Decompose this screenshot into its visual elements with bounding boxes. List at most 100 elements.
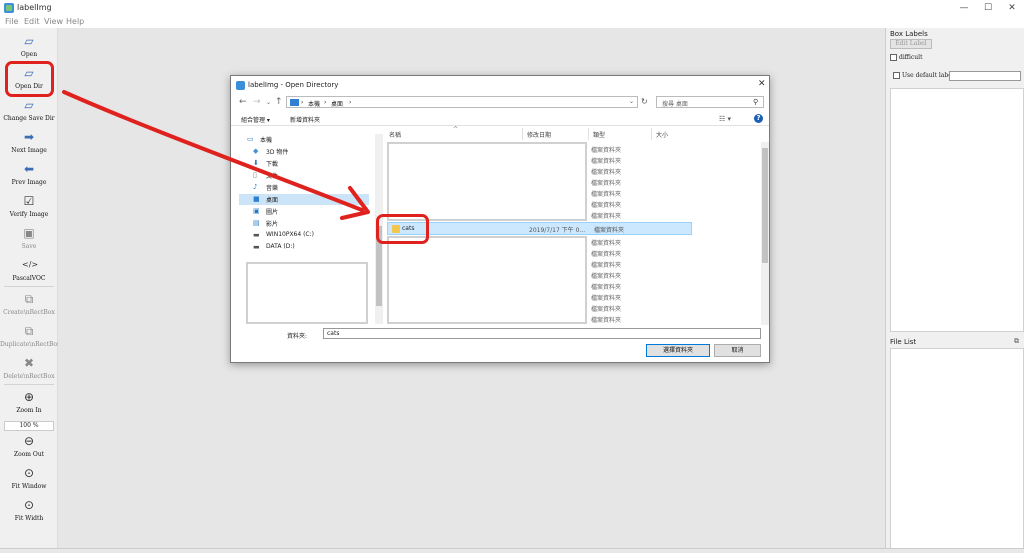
open-directory-dialog: labelImg - Open Directory ✕ ← → ⌄ ↑ › 本機… <box>230 75 770 363</box>
file-list-empty-area <box>387 142 587 221</box>
row-type: 檔案資料夾 <box>594 227 625 234</box>
create-rectbox-button[interactable]: ⧉ Create\nRectBox <box>0 292 58 316</box>
toolbar-divider <box>4 384 54 385</box>
prev-image-button[interactable]: ⬅ Prev Image <box>0 162 58 186</box>
column-name[interactable]: 名稱 <box>389 130 401 139</box>
breadcrumb-separator: › <box>301 99 304 106</box>
type-cell: 檔案資料夾 <box>591 169 622 176</box>
new-folder-button[interactable]: 新增資料夾 <box>290 115 320 124</box>
nav-item-drive-d[interactable]: ▬ DATA (D:) <box>239 242 369 253</box>
breadcrumb-this-pc[interactable]: 本機 <box>308 99 320 108</box>
status-bar <box>0 548 1024 553</box>
type-cell: 檔案資料夾 <box>591 147 622 154</box>
up-arrow-icon[interactable]: ↑ <box>275 97 283 107</box>
nav-item-3d-objects[interactable]: ◆ 3D 物件 <box>239 146 369 157</box>
file-scrollbar-thumb[interactable] <box>762 148 768 263</box>
column-type[interactable]: 類型 <box>593 130 605 139</box>
column-divider[interactable] <box>588 128 589 140</box>
cancel-button[interactable]: 取消 <box>714 344 761 357</box>
row-date: 2019/7/17 下午 0... <box>529 227 586 234</box>
right-dock: Box Labels Edit Label difficult Use defa… <box>885 28 1024 553</box>
zoom-out-button[interactable]: ⊖ Zoom Out <box>0 434 58 458</box>
nav-item-downloads[interactable]: ⬇ 下載 <box>239 158 369 169</box>
nav-item-videos[interactable]: ▤ 影片 <box>239 218 369 229</box>
open-button[interactable]: ▱ Open <box>0 34 58 58</box>
search-input[interactable]: 搜尋 桌面 ⚲ <box>656 96 764 108</box>
duplicate-rectbox-button[interactable]: ⧉ Duplicate\nRectBox <box>0 324 60 348</box>
format-toggle-button[interactable]: </> PascalVOC <box>0 258 58 282</box>
app-icon <box>4 3 14 13</box>
folder-name-input[interactable]: cats <box>323 328 761 339</box>
use-default-label-checkbox[interactable] <box>893 72 900 79</box>
address-bar[interactable]: › 本機 › 桌面 › ⌄ <box>286 96 638 108</box>
back-arrow-icon[interactable]: ← <box>239 97 247 107</box>
recent-dropdown-icon[interactable]: ⌄ <box>266 99 271 106</box>
forward-arrow-icon[interactable]: → <box>253 97 261 107</box>
navigation-pane: ▭ 本機 ◆ 3D 物件 ⬇ 下載 ▯ 文件 ♪ 音樂 ■ 桌面 ▣ 圖片 ▤ <box>239 130 383 325</box>
view-options-icon[interactable]: ☷ ▾ <box>719 115 731 123</box>
music-icon: ♪ <box>253 183 258 191</box>
close-button[interactable]: ✕ <box>1002 2 1022 14</box>
save-button[interactable]: ▣ Save <box>0 226 58 250</box>
folder-open-icon: ▱ <box>24 98 34 112</box>
menu-edit[interactable]: Edit <box>24 17 40 26</box>
nav-item-music[interactable]: ♪ 音樂 <box>239 182 369 193</box>
chevron-down-icon[interactable]: ⌄ <box>629 98 634 105</box>
folder-field-label: 資料夾: <box>287 333 308 340</box>
create-box-icon: ⧉ <box>24 292 34 306</box>
menu-file[interactable]: File <box>5 17 18 26</box>
difficult-checkbox[interactable] <box>890 54 897 61</box>
refresh-icon[interactable]: ↻ <box>641 97 648 106</box>
type-cell: 檔案資料夾 <box>591 306 622 313</box>
column-date[interactable]: 修改日期 <box>527 130 551 139</box>
dialog-title: labelImg - Open Directory <box>248 81 339 89</box>
fit-width-button[interactable]: ⊙ Fit Width <box>0 498 58 522</box>
3d-objects-icon: ◆ <box>253 147 259 155</box>
arrow-left-icon: ⬅ <box>23 162 35 176</box>
default-label-input[interactable] <box>949 71 1021 81</box>
next-image-button[interactable]: ➡ Next Image <box>0 130 58 154</box>
column-divider[interactable] <box>522 128 523 140</box>
dialog-close-button[interactable]: ✕ <box>758 79 766 89</box>
help-icon[interactable]: ? <box>754 114 763 123</box>
documents-icon: ▯ <box>253 171 257 179</box>
type-cell: 檔案資料夾 <box>591 240 622 247</box>
nav-item-this-pc[interactable]: ▭ 本機 <box>239 134 369 145</box>
save-icon: ▣ <box>23 226 35 240</box>
nav-item-drive-c[interactable]: ▬ WIN10PX64 (C:) <box>239 230 369 241</box>
toolbar: ▱ Open ▱ Open Dir ▱ Change Save Dir ➡ Ne… <box>0 28 60 548</box>
file-list[interactable] <box>890 348 1024 553</box>
menu-view[interactable]: View <box>44 17 63 26</box>
maximize-button[interactable]: ☐ <box>978 2 998 14</box>
type-cell: 檔案資料夾 <box>591 251 622 258</box>
edit-label-button[interactable]: Edit Label <box>890 39 932 49</box>
nav-item-documents[interactable]: ▯ 文件 <box>239 170 369 181</box>
file-list-empty-area <box>387 236 587 324</box>
fit-window-icon: ⊙ <box>23 466 35 480</box>
delete-rectbox-button[interactable]: ✖ Delete\nRectBox <box>0 356 58 380</box>
zoom-in-button[interactable]: ⊕ Zoom In <box>0 390 58 414</box>
zoom-level-input[interactable]: 100 % <box>4 421 54 431</box>
organize-button[interactable]: 組合管理 ▾ <box>241 115 270 124</box>
verify-image-button[interactable]: ☑ Verify Image <box>0 194 58 218</box>
downloads-icon: ⬇ <box>253 159 259 167</box>
minimize-button[interactable]: — <box>954 2 974 14</box>
fit-window-button[interactable]: ⊙ Fit Window <box>0 466 58 490</box>
change-save-dir-button[interactable]: ▱ Change Save Dir <box>0 98 58 122</box>
annotation-highlight-open-dir <box>5 61 54 97</box>
videos-icon: ▤ <box>253 219 260 227</box>
label-list[interactable] <box>890 88 1024 332</box>
column-divider[interactable] <box>651 128 652 140</box>
nav-item-pictures[interactable]: ▣ 圖片 <box>239 206 369 217</box>
column-size[interactable]: 大小 <box>656 130 668 139</box>
difficult-label: difficult <box>899 54 923 61</box>
menu-help[interactable]: Help <box>66 17 84 26</box>
undock-icon[interactable]: ⧉ <box>1014 337 1019 346</box>
toolbar-divider <box>4 286 54 287</box>
breadcrumb-desktop[interactable]: 桌面 <box>331 99 343 108</box>
nav-item-desktop[interactable]: ■ 桌面 <box>239 194 369 205</box>
select-folder-button[interactable]: 選擇資料夾 <box>646 344 710 357</box>
checkbox-check-icon: ☑ <box>23 194 35 208</box>
search-placeholder: 搜尋 桌面 <box>662 101 688 108</box>
table-row-cats[interactable]: cats 2019/7/17 下午 0... 檔案資料夾 <box>387 222 692 235</box>
